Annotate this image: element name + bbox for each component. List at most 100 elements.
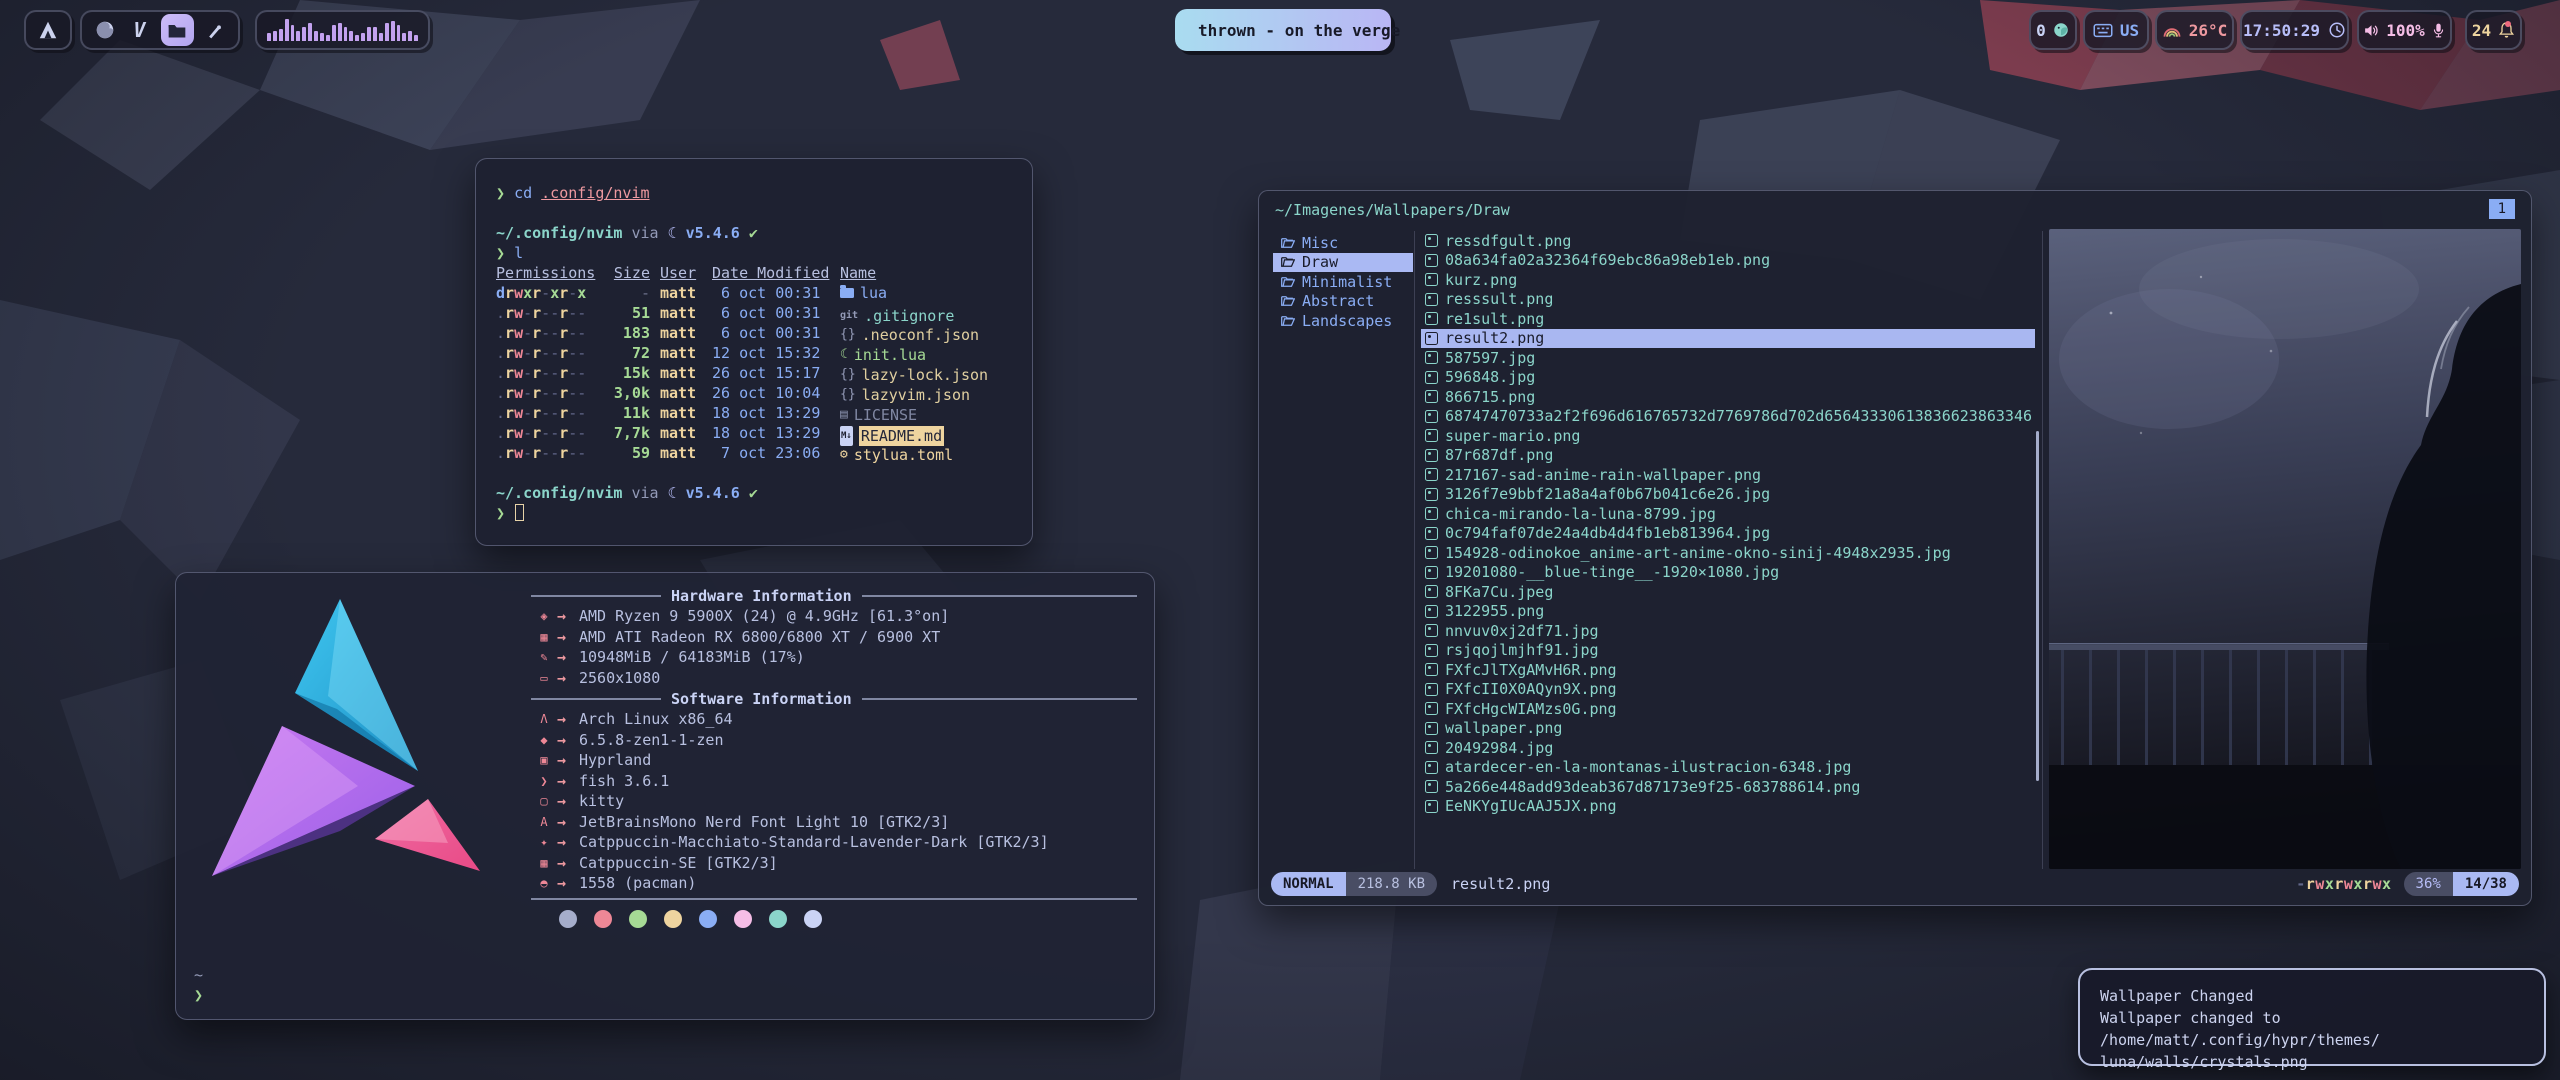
wallpaper-notification[interactable]: Wallpaper Changed Wallpaper changed to /…	[2078, 968, 2546, 1066]
font-icon: A	[531, 815, 557, 829]
file-row[interactable]: 19201080-__blue-tinge__-1920×1080.jpg	[1421, 563, 2035, 583]
file-row[interactable]: 0c794faf07de24a4db4d4fb1eb813964.jpg	[1421, 524, 2035, 544]
image-icon	[1425, 527, 1438, 540]
notification-body-line: luna/walls/crystals.png	[2100, 1051, 2524, 1073]
file-row[interactable]: 8FKa7Cu.jpeg	[1421, 582, 2035, 602]
app-launcher-button[interactable]	[24, 10, 72, 50]
file-row[interactable]: 587597.jpg	[1421, 348, 2035, 368]
arrow-icon: →	[557, 772, 579, 790]
file-row[interactable]: 3122955.png	[1421, 602, 2035, 622]
lua-icon: ☾	[668, 484, 677, 502]
vim-button[interactable]: V	[126, 15, 152, 45]
fetch-row-icon-theme: ▦→Catppuccin-SE [GTK2/3]	[531, 853, 1137, 874]
terminal-prompt[interactable]: ❯	[496, 503, 1012, 523]
file-row[interactable]: 5a266e448add93deab367d87173e9f25-6837886…	[1421, 777, 2035, 797]
markdown-icon: M↓	[840, 426, 853, 446]
tray-notifications[interactable]: 24	[2465, 10, 2522, 50]
display-icon: ▭	[531, 671, 557, 685]
notification-dot	[2505, 21, 2511, 27]
ls-row: .rw-r--r--15kmatt26 oct 15:17 {}lazy-loc…	[496, 363, 1012, 383]
file-row[interactable]: 68747470733a2f2f696d616765732d7769786d70…	[1421, 407, 2035, 427]
breadcrumb-path: ~/Imagenes/Wallpapers/Draw	[1275, 201, 1510, 219]
check-icon: ✔	[749, 484, 758, 502]
file-row[interactable]: nnvuv0xj2df71.jpg	[1421, 621, 2035, 641]
sidebar-item-minimalist[interactable]: Minimalist	[1273, 272, 1413, 292]
terminal-icon: ▢	[531, 794, 557, 808]
paint-button[interactable]	[202, 15, 228, 45]
arrow-icon: →	[557, 813, 579, 831]
file-row[interactable]: resssult.png	[1421, 290, 2035, 310]
open-folder-icon	[1281, 276, 1295, 288]
tray-clock[interactable]: 17:50:29	[2240, 10, 2349, 50]
yazi-file-manager-window[interactable]: ~/Imagenes/Wallpapers/Draw 1 Misc Draw M…	[1258, 190, 2532, 906]
sidebar-item-landscapes[interactable]: Landscapes	[1273, 311, 1413, 331]
keyboard-icon	[2093, 23, 2113, 38]
lua-icon: ☾	[668, 224, 677, 242]
file-row[interactable]: EeNKYgIUcAAJ5JX.png	[1421, 797, 2035, 817]
file-row[interactable]: atardecer-en-la-montanas-ilustracion-634…	[1421, 758, 2035, 778]
file-row[interactable]: re1sult.png	[1421, 309, 2035, 329]
file-row[interactable]: FXfcHgcWIAMzs0G.png	[1421, 699, 2035, 719]
file-row[interactable]: 217167-sad-anime-rain-wallpaper.png	[1421, 465, 2035, 485]
microphone-icon	[2431, 22, 2446, 39]
file-row[interactable]: 87r687df.png	[1421, 446, 2035, 466]
speaker-icon	[2363, 22, 2380, 39]
tray-client-counter[interactable]: 0	[2029, 10, 2077, 50]
file-row[interactable]: 596848.jpg	[1421, 368, 2035, 388]
tray-keyboard-layout[interactable]: US	[2083, 10, 2149, 50]
file-manager-button[interactable]	[161, 14, 194, 46]
arrow-icon: →	[557, 710, 579, 728]
file-row[interactable]: 08a634fa02a32364f69ebc86a98eb1eb.png	[1421, 251, 2035, 271]
arrow-icon: →	[557, 874, 579, 892]
file-row[interactable]: 154928-odinokoe_anime-art-anime-okno-sin…	[1421, 543, 2035, 563]
hardware-section-title: Hardware Information	[531, 585, 1137, 606]
terminal-window[interactable]: ❯ cd .config/nvim ~/.config/nvim via ☾ v…	[475, 158, 1033, 546]
tray-volume[interactable]: 100%	[2357, 10, 2452, 50]
file-list-scrollbar[interactable]	[2036, 431, 2039, 781]
sidebar-item-misc[interactable]: Misc	[1273, 233, 1413, 253]
temperature-label: 26°C	[2189, 21, 2228, 40]
now-playing-widget[interactable]: thrown - on the verge	[1175, 9, 1391, 51]
fetch-row-display: ▭→2560x1080	[531, 668, 1137, 689]
prompt-status-line: ~/.config/nvim via ☾ v5.4.6 ✔	[496, 483, 1012, 503]
fetch-row-shell: ❯→fish 3.6.1	[531, 771, 1137, 792]
arrow-icon: →	[557, 854, 579, 872]
image-icon	[1425, 371, 1438, 384]
sidebar-item-draw[interactable]: Draw	[1273, 253, 1413, 273]
file-row[interactable]: 3126f7e9bbf21a8a4af0b67b041c6e26.jpg	[1421, 485, 2035, 505]
parent-directory-list: Misc Draw Minimalist Abstract Landscapes	[1273, 233, 1413, 331]
file-row[interactable]: chica-mirando-la-luna-8799.jpg	[1421, 504, 2035, 524]
fetch-prompt[interactable]: ~ ❯	[194, 965, 203, 1005]
file-row[interactable]: wallpaper.png	[1421, 719, 2035, 739]
file-row-selected[interactable]: result2.png	[1421, 329, 2035, 349]
file-row[interactable]: kurz.png	[1421, 270, 2035, 290]
tab-badge[interactable]: 1	[2489, 199, 2515, 219]
tray-weather[interactable]: 26°C	[2155, 10, 2234, 50]
fetch-window[interactable]: Hardware Information ◈→AMD Ryzen 9 5900X…	[175, 572, 1155, 1020]
arrow-icon: →	[557, 669, 579, 687]
fetch-row-gpu: ▦→AMD ATI Radeon RX 6800/6800 XT / 6900 …	[531, 627, 1137, 648]
client-count: 0	[2036, 21, 2046, 40]
vim-icon: V	[133, 18, 145, 42]
file-row[interactable]: 20492984.jpg	[1421, 738, 2035, 758]
image-icon	[1425, 800, 1438, 813]
fetch-row-terminal: ▢→kitty	[531, 791, 1137, 812]
file-row[interactable]: rsjqojlmjhf91.jpg	[1421, 641, 2035, 661]
arrow-icon: →	[557, 792, 579, 810]
icon-theme-icon: ▦	[531, 856, 557, 870]
arrow-icon: →	[557, 607, 579, 625]
firefox-button[interactable]	[92, 15, 118, 45]
fetch-row-packages: ◓→1558 (pacman)	[531, 873, 1137, 894]
software-section-title: Software Information	[531, 688, 1137, 709]
file-list: ressdfgult.png 08a634fa02a32364f69ebc86a…	[1421, 231, 2035, 816]
file-row[interactable]: ressdfgult.png	[1421, 231, 2035, 251]
json-icon: {}	[840, 385, 856, 405]
clock-icon	[2328, 21, 2346, 39]
sidebar-item-abstract[interactable]: Abstract	[1273, 292, 1413, 312]
arrow-icon: →	[557, 648, 579, 666]
file-row[interactable]: FXfcII0X0AQyn9X.png	[1421, 680, 2035, 700]
file-row[interactable]: 866715.png	[1421, 387, 2035, 407]
file-row[interactable]: super-mario.png	[1421, 426, 2035, 446]
kernel-icon: ◆	[531, 733, 557, 747]
file-row[interactable]: FXfcJlTXgAMvH6R.png	[1421, 660, 2035, 680]
